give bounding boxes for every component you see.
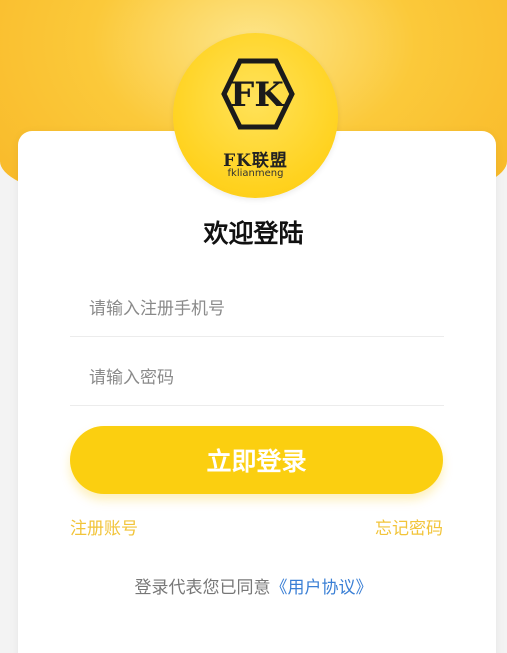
phone-field — [70, 281, 444, 337]
login-button[interactable]: 立即登录 — [70, 426, 443, 494]
user-agreement-link[interactable]: 《用户协议》 — [271, 578, 373, 598]
agreement-notice: 登录代表您已同意《用户协议》 — [0, 573, 507, 598]
page-title: 欢迎登陆 — [203, 219, 304, 248]
register-link[interactable]: 注册账号 — [70, 514, 138, 539]
password-field — [70, 350, 444, 406]
agreement-prefix: 登录代表您已同意 — [134, 578, 271, 598]
logo-mark-text: FK — [230, 75, 285, 115]
password-input[interactable] — [70, 350, 444, 405]
forgot-password-link[interactable]: 忘记密码 — [375, 514, 443, 539]
brand-subname: fklianmeng — [227, 168, 284, 179]
brand-logo: FK FK联盟 fklianmeng — [173, 33, 338, 198]
fk-hexagon-logo-icon: FK — [221, 58, 295, 130]
phone-input[interactable] — [70, 281, 444, 336]
